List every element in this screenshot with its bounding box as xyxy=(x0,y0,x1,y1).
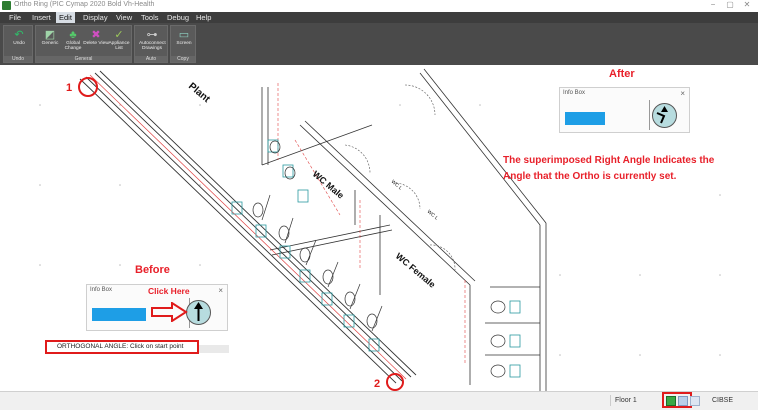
outer-wall xyxy=(261,68,547,391)
ribbon-group-auto: ⊶ Autoconnect Drawings Auto xyxy=(134,25,168,63)
annotation-note-line1: The superimposed Right Angle Indicates t… xyxy=(503,155,715,166)
command-line-prompt: ORTHOGONAL ANGLE: Click on start point xyxy=(45,340,199,354)
ribbon-group-label: General xyxy=(36,56,131,62)
menu-bar: File Insert Edit Display View Tools Debu… xyxy=(0,12,758,23)
app-icon xyxy=(2,1,11,10)
ribbon-group-general: ◩ Generic ♣ Global Change ✖ Delete View … xyxy=(35,25,132,63)
menu-view[interactable]: View xyxy=(113,12,135,23)
grid-toggle-icon[interactable] xyxy=(690,396,700,406)
door-swings xyxy=(344,84,456,271)
delete-view-icon: ✖ xyxy=(91,29,101,41)
pointer-arrow xyxy=(151,302,188,322)
generic-icon: ◩ xyxy=(44,29,56,41)
info-box-close-icon[interactable]: × xyxy=(680,89,685,98)
appliance-list-icon: ✓ xyxy=(114,29,124,41)
ribbon: ↶ Undo Undo ◩ Generic ♣ Global Change ✖ … xyxy=(0,23,758,65)
autoconnect-button[interactable]: ⊶ Autoconnect Drawings xyxy=(139,29,166,55)
floor-indicator[interactable]: Floor 1 xyxy=(610,395,665,406)
undo-button[interactable]: ↶ Undo xyxy=(6,29,32,55)
info-box-title: Info Box xyxy=(563,90,586,96)
screen-icon: ▭ xyxy=(178,29,190,41)
info-box-after[interactable]: Info Box × xyxy=(559,87,690,133)
snap-toggle-icon[interactable] xyxy=(678,396,688,406)
ribbon-group-undo: ↶ Undo Undo xyxy=(3,25,33,63)
menu-insert[interactable]: Insert xyxy=(29,12,54,23)
ortho-toggle-icon[interactable] xyxy=(666,396,676,406)
after-heading: After xyxy=(609,68,635,80)
ortho-right-angle-icon xyxy=(656,106,668,124)
screen-button[interactable]: ▭ Screen xyxy=(171,29,197,55)
ribbon-group-label: Copy xyxy=(171,56,195,62)
ortho-value-bar xyxy=(92,308,146,321)
autoconnect-icon: ⊶ xyxy=(146,29,158,41)
info-box-title: Info Box xyxy=(90,287,113,293)
room-label-plant: Plant xyxy=(186,81,212,106)
undo-icon: ↶ xyxy=(14,29,24,41)
title-bar: Ortho Ring (PIC Cymap 2020 Bold Vh-Healt… xyxy=(0,0,758,12)
annotation-note-line2: Angle that the Ortho is currently set. xyxy=(503,171,677,182)
appliance-list-button[interactable]: ✓ Appliance List xyxy=(106,29,132,55)
info-box-close-icon[interactable]: × xyxy=(218,286,223,295)
ribbon-group-label: Auto xyxy=(135,56,167,62)
before-heading: Before xyxy=(135,264,170,276)
fitting-label: WC L xyxy=(426,209,440,222)
status-bar: Floor 1 CIBSE xyxy=(0,391,758,410)
menu-help[interactable]: Help xyxy=(193,12,214,23)
maximize-button[interactable]: ▢ xyxy=(722,0,738,9)
minimize-button[interactable]: − xyxy=(705,0,721,9)
ortho-compass-icon[interactable] xyxy=(186,300,211,325)
standard-indicator[interactable]: CIBSE xyxy=(712,395,733,406)
click-here-label: Click Here xyxy=(148,286,190,296)
menu-file[interactable]: File xyxy=(6,12,24,23)
global-change-icon: ♣ xyxy=(69,29,77,41)
ortho-value-bar xyxy=(565,112,605,125)
info-box-divider xyxy=(649,100,650,130)
ortho-compass-icon[interactable] xyxy=(652,103,677,128)
ribbon-group-copy: ▭ Screen Copy xyxy=(170,25,196,63)
menu-debug[interactable]: Debug xyxy=(164,12,192,23)
fitting-label: WC L xyxy=(390,179,404,192)
marker-label-2: 2 xyxy=(374,378,380,390)
diagonal-wall xyxy=(79,70,417,384)
cubicle-partitions xyxy=(261,194,540,356)
command-line-strip xyxy=(199,345,229,353)
menu-edit[interactable]: Edit xyxy=(56,12,75,23)
ribbon-group-label: Undo xyxy=(4,56,32,62)
menu-tools[interactable]: Tools xyxy=(138,12,162,23)
marker-label-1: 1 xyxy=(66,82,72,94)
room-label-wc-female: WC Female xyxy=(394,251,438,290)
menu-display[interactable]: Display xyxy=(80,12,111,23)
close-button[interactable]: ✕ xyxy=(739,0,755,9)
ortho-arrow-icon xyxy=(194,302,203,321)
window-title: Ortho Ring (PIC Cymap 2020 Bold Vh-Healt… xyxy=(14,1,155,8)
